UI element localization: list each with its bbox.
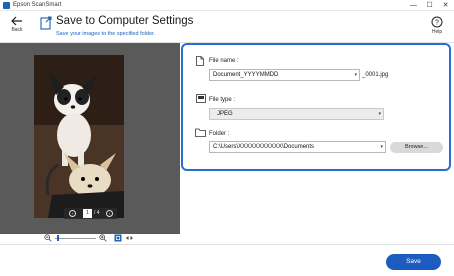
zoom-in-icon[interactable] <box>99 234 107 242</box>
browse-button[interactable]: Browse... <box>390 142 443 153</box>
rotate-icon[interactable] <box>125 235 134 241</box>
app-icon <box>3 2 10 9</box>
svg-text:?: ? <box>435 20 439 27</box>
help-button[interactable]: ? Help <box>426 14 448 42</box>
page-subtitle: Save your images to the specified folder… <box>56 31 156 37</box>
scanned-photo <box>34 55 124 218</box>
file-name-suffix: _0001.jpg <box>362 72 389 78</box>
zoom-slider-thumb[interactable] <box>57 235 59 241</box>
export-computer-icon <box>40 16 52 30</box>
fit-to-window-icon[interactable] <box>114 234 122 242</box>
minimize-button[interactable]: — <box>406 0 421 11</box>
file-type-icon <box>196 94 206 103</box>
preview-pane: ‹ 1 / 4 › <box>0 43 180 234</box>
close-button[interactable]: ✕ <box>438 0 453 11</box>
document-icon <box>196 56 204 66</box>
chevron-down-icon[interactable]: ▾ <box>380 142 383 152</box>
file-name-label: File name : <box>209 58 239 64</box>
folder-label: Folder : <box>209 131 230 137</box>
help-icon: ? <box>431 16 443 28</box>
back-label: Back <box>11 27 23 33</box>
settings-panel: File name : Document_YYYYMMDD ▾ _0001.jp… <box>181 43 451 171</box>
page-header: Back Save to Computer Settings Save your… <box>0 11 454 43</box>
current-page-number[interactable]: 1 <box>83 209 92 218</box>
zoom-slider-track[interactable] <box>55 237 96 239</box>
save-button[interactable]: Save <box>386 254 441 270</box>
zoom-out-icon[interactable] <box>44 234 52 242</box>
folder-icon <box>195 128 206 137</box>
app-title: Epson ScanSmart <box>13 2 62 8</box>
back-button[interactable]: Back <box>4 14 30 40</box>
file-type-label: File type : <box>209 97 236 103</box>
folder-path-input[interactable]: C:\Users\XXXXXXXXXXX\Documents ▾ <box>209 141 386 153</box>
total-pages: / 4 <box>94 210 100 216</box>
footer-bar: Save <box>0 244 454 276</box>
file-type-select[interactable]: JPEG ▾ <box>209 108 384 120</box>
folder-path-value: C:\Users\XXXXXXXXXXX\Documents <box>213 144 315 150</box>
previous-page-button[interactable]: ‹ <box>69 210 76 217</box>
file-name-input[interactable]: Document_YYYYMMDD ▾ <box>209 69 360 81</box>
next-page-button[interactable]: › <box>106 210 113 217</box>
chevron-down-icon[interactable]: ▾ <box>378 109 381 119</box>
file-type-value: JPEG <box>217 111 233 117</box>
title-bar: Epson ScanSmart — ☐ ✕ <box>0 0 454 11</box>
page-navigator: ‹ 1 / 4 › <box>64 208 117 219</box>
zoom-toolbar <box>0 234 180 242</box>
chevron-down-icon[interactable]: ▾ <box>354 70 357 80</box>
help-label: Help <box>431 29 443 35</box>
page-title: Save to Computer Settings <box>56 15 194 27</box>
file-name-value: Document_YYYYMMDD <box>213 72 279 78</box>
back-arrow-icon <box>11 16 22 26</box>
maximize-button[interactable]: ☐ <box>422 0 437 11</box>
